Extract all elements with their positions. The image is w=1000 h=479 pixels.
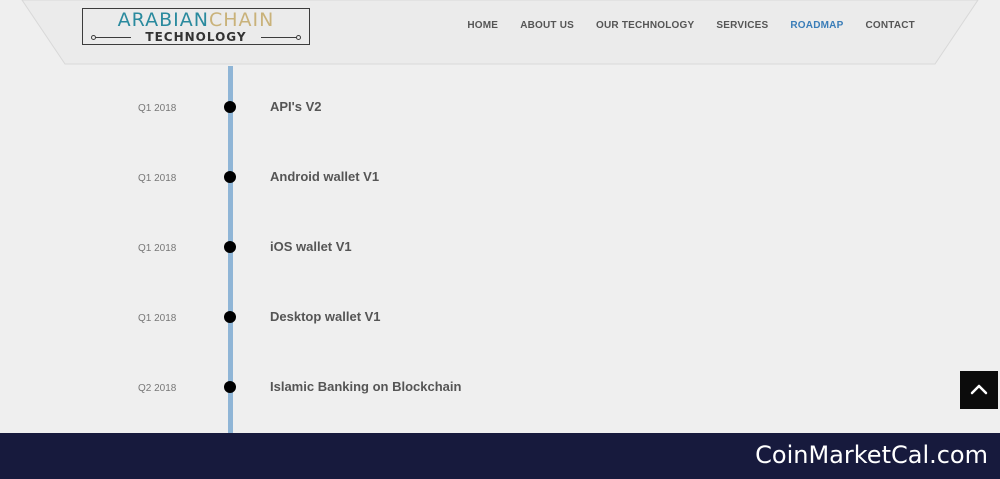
- timeline-dot-icon: [224, 311, 236, 323]
- roadmap-item: Q1 2018 iOS wallet V1: [0, 239, 800, 261]
- main-nav: HOME ABOUT US OUR TECHNOLOGY SERVICES RO…: [467, 20, 915, 31]
- roadmap-item: Q1 2018 Desktop wallet V1: [0, 309, 800, 331]
- roadmap-item: Q1 2018 API's V2: [0, 99, 800, 121]
- nav-our-technology[interactable]: OUR TECHNOLOGY: [596, 20, 694, 31]
- roadmap-item: Q1 2018 Android wallet V1: [0, 169, 800, 191]
- roadmap-item-date: Q1 2018: [138, 243, 177, 254]
- roadmap-item-date: Q2 2018: [138, 383, 177, 394]
- watermark-bar: CoinMarketCal.com: [0, 433, 1000, 479]
- logo-word-arabian: ARABIAN: [117, 9, 209, 31]
- site-header: ARABIANCHAIN TECHNOLOGY HOME ABOUT US OU…: [0, 0, 1000, 68]
- roadmap-item-title: Islamic Banking on Blockchain: [270, 379, 462, 394]
- site-logo[interactable]: ARABIANCHAIN TECHNOLOGY: [82, 8, 310, 45]
- logo-word-chain: CHAIN: [208, 9, 275, 31]
- timeline-dot-icon: [224, 241, 236, 253]
- roadmap-item: Q2 2018 Islamic Banking on Blockchain: [0, 379, 800, 401]
- nav-roadmap[interactable]: ROADMAP: [790, 20, 843, 31]
- nav-about-us[interactable]: ABOUT US: [520, 20, 574, 31]
- nav-contact[interactable]: CONTACT: [865, 20, 915, 31]
- chevron-up-icon: [970, 384, 988, 395]
- logo-subtitle: TECHNOLOGY: [145, 30, 247, 44]
- back-to-top-button[interactable]: [960, 371, 998, 409]
- roadmap-item-title: Android wallet V1: [270, 169, 380, 184]
- logo-subtitle-row: TECHNOLOGY: [83, 30, 309, 44]
- nav-services[interactable]: SERVICES: [716, 20, 768, 31]
- nav-home[interactable]: HOME: [467, 20, 498, 31]
- timeline-dot-icon: [224, 101, 236, 113]
- roadmap-item-title: Desktop wallet V1: [270, 309, 381, 324]
- roadmap-item-date: Q1 2018: [138, 313, 177, 324]
- roadmap-item-date: Q1 2018: [138, 173, 177, 184]
- watermark-brand: CoinMarketCal.com: [755, 441, 988, 469]
- roadmap-item-date: Q1 2018: [138, 103, 177, 114]
- roadmap-item-title: API's V2: [270, 99, 322, 114]
- logo-wordmark: ARABIANCHAIN: [83, 10, 309, 30]
- roadmap-item-title: iOS wallet V1: [270, 239, 352, 254]
- timeline-dot-icon: [224, 381, 236, 393]
- timeline-dot-icon: [224, 171, 236, 183]
